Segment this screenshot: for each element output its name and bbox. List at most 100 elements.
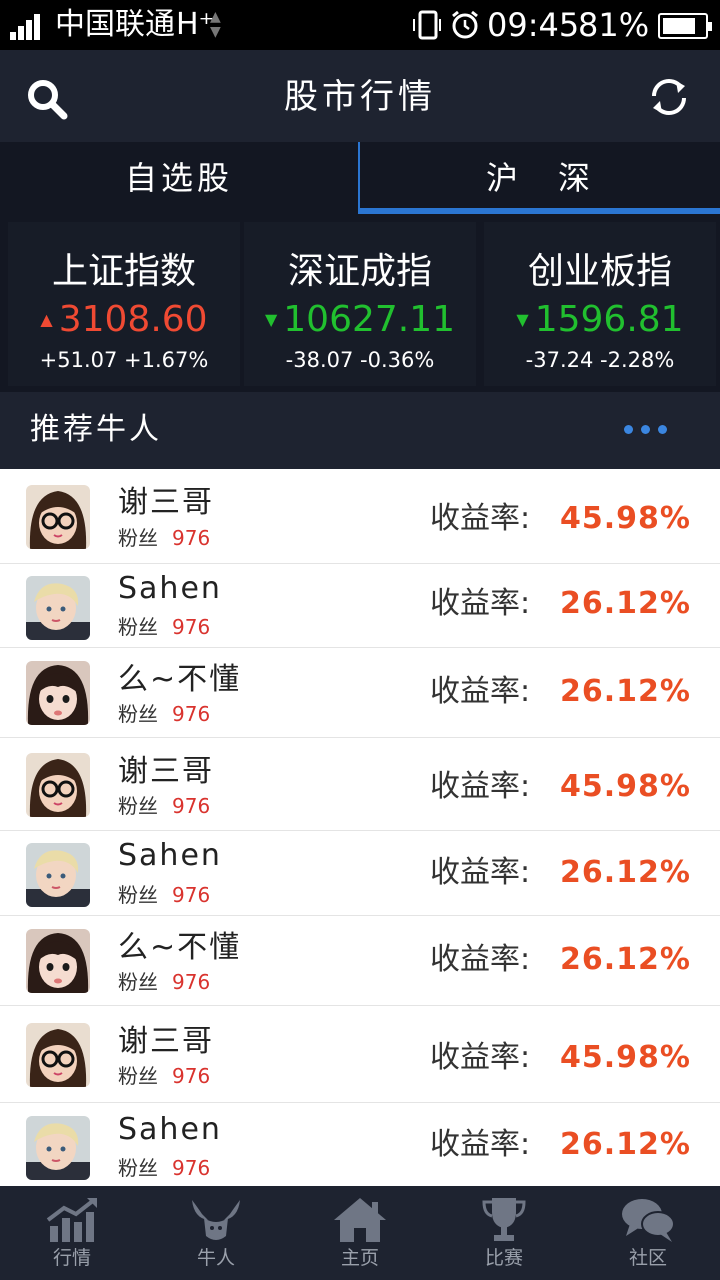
list-item[interactable]: 么~不懂 粉丝 976 收益率: 26.12% (0, 916, 720, 1006)
list-item[interactable]: 谢三哥 粉丝 976 收益率: 45.98% (0, 738, 720, 831)
chat-bubbles-icon (622, 1199, 675, 1242)
rate-label: 收益率: (430, 1127, 531, 1162)
fans-count: 976 (172, 794, 211, 818)
expert-name: 谢三哥 (118, 485, 214, 520)
index-name: 创业板指 (527, 251, 672, 292)
rate-value: 45.98% (560, 1040, 691, 1075)
rate-label: 收益率: (430, 586, 531, 621)
fans-count: 976 (172, 615, 211, 639)
index-card-shenzhen[interactable]: 深证成指 ▼ 10627.11 -38.07 -0.36% (244, 222, 476, 386)
list-item[interactable]: 么~不懂 粉丝 976 收益率: 26.12% (0, 648, 720, 738)
nav-label: 行情 (52, 1247, 91, 1269)
data-arrows-icon: ▲ ▼ (210, 9, 221, 40)
list-item[interactable]: 谢三哥 粉丝 976 收益率: 45.98% (0, 1006, 720, 1103)
rate-value: 45.98% (560, 501, 691, 536)
expert-name: Sahen (118, 1112, 222, 1147)
up-arrow-icon: ▲ (40, 310, 53, 329)
rate-value: 26.12% (560, 1127, 691, 1162)
index-card-shanghai[interactable]: 上证指数 ▲ 3108.60 +51.07 +1.67% (8, 222, 240, 386)
chart-icon (46, 1198, 97, 1242)
battery-icon (658, 13, 712, 39)
expert-name: 么~不懂 (118, 662, 242, 697)
bull-icon (192, 1200, 240, 1240)
list-item[interactable]: Sahen 粉丝 976 收益率: 26.12% (0, 564, 720, 648)
fans-count: 976 (172, 883, 211, 907)
nav-community[interactable]: 社区 (576, 1186, 720, 1280)
rate-label: 收益率: (430, 769, 531, 804)
expert-name: Sahen (118, 571, 222, 606)
fans-label: 粉丝 976 (118, 1156, 211, 1180)
fans-label: 粉丝 976 (118, 794, 211, 818)
nav-label: 社区 (628, 1247, 667, 1269)
rate-value: 45.98% (560, 769, 691, 804)
index-card-chinext[interactable]: 创业板指 ▼ 1596.81 -37.24 -2.28% (484, 222, 716, 386)
rate-label: 收益率: (430, 855, 531, 890)
avatar (26, 661, 90, 725)
home-icon (334, 1198, 386, 1242)
fans-count: 976 (172, 970, 211, 994)
fans-label: 粉丝 976 (118, 1064, 211, 1088)
avatar (26, 1023, 90, 1087)
expert-name: 谢三哥 (118, 754, 214, 789)
index-change: -37.24 -2.28% (525, 348, 675, 372)
nav-experts[interactable]: 牛人 (144, 1186, 288, 1280)
fans-label: 粉丝 976 (118, 615, 211, 639)
expert-list: 谢三哥 粉丝 976 收益率: 45.98% Sahen 粉丝 976 收益率: 2… (0, 469, 720, 1186)
list-item[interactable]: Sahen 粉丝 976 收益率: 26.12% (0, 831, 720, 916)
nav-label: 主页 (340, 1247, 379, 1269)
nav-home[interactable]: 主页 (288, 1186, 432, 1280)
index-change: -38.07 -0.36% (285, 348, 435, 372)
trophy-icon (482, 1198, 526, 1241)
rate-value: 26.12% (560, 674, 691, 709)
avatar (26, 843, 90, 907)
expert-name: Sahen (118, 838, 222, 873)
fans-count: 976 (172, 526, 211, 550)
avatar (26, 753, 90, 817)
alarm-icon (452, 10, 478, 39)
fans-count: 976 (172, 1156, 211, 1180)
rate-value: 26.12% (560, 586, 691, 621)
rate-label: 收益率: (430, 1040, 531, 1075)
nav-label: 牛人 (196, 1247, 235, 1269)
avatar (26, 485, 90, 549)
index-value: ▼ 10627.11 (264, 299, 456, 340)
refresh-icon[interactable] (646, 74, 692, 120)
list-item[interactable]: 谢三哥 粉丝 976 收益率: 45.98% (0, 469, 720, 564)
rate-label: 收益率: (430, 501, 531, 536)
rate-value: 26.12% (560, 942, 691, 977)
index-change: +51.07 +1.67% (39, 348, 209, 372)
more-dots-icon[interactable] (620, 420, 672, 440)
fans-count: 976 (172, 1064, 211, 1088)
market-tabs: 自选股 沪 深 (0, 142, 720, 214)
down-arrow-icon: ▼ (516, 310, 529, 329)
battery-percent: 81% (578, 6, 650, 44)
down-arrow-icon: ▼ (264, 310, 278, 329)
avatar (26, 1116, 90, 1180)
clock: 09:45 (487, 6, 580, 44)
avatar (26, 576, 90, 640)
tab-watchlist[interactable]: 自选股 (0, 142, 360, 214)
fans-count: 976 (172, 702, 211, 726)
signal-icon (10, 12, 46, 40)
expert-name: 谢三哥 (118, 1024, 214, 1059)
fans-label: 粉丝 976 (118, 970, 211, 994)
bottom-nav: 行情 牛人 主页 比赛 社区 (0, 1186, 720, 1280)
nav-label: 比赛 (484, 1247, 523, 1269)
status-bar: 中国联通 H⁺ ▲ ▼ 09:45 81% (0, 0, 720, 50)
expert-name: 么~不懂 (118, 930, 242, 965)
index-name: 上证指数 (51, 251, 196, 292)
index-value: ▲ 3108.60 (40, 299, 208, 340)
nav-market[interactable]: 行情 (0, 1186, 144, 1280)
nav-contest[interactable]: 比赛 (432, 1186, 576, 1280)
fans-label: 粉丝 976 (118, 702, 211, 726)
tab-shanghai-shenzhen[interactable]: 沪 深 (360, 142, 720, 214)
section-title: 推荐牛人 (30, 412, 162, 447)
fans-label: 粉丝 976 (118, 883, 211, 907)
vibrate-icon (413, 10, 441, 40)
carrier-name: 中国联通 (55, 7, 175, 42)
list-item[interactable]: Sahen 粉丝 976 收益率: 26.12% (0, 1103, 720, 1186)
title-bar: 股市行情 (0, 50, 720, 142)
network-type: H⁺ (176, 7, 215, 42)
avatar (26, 929, 90, 993)
rate-label: 收益率: (430, 942, 531, 977)
